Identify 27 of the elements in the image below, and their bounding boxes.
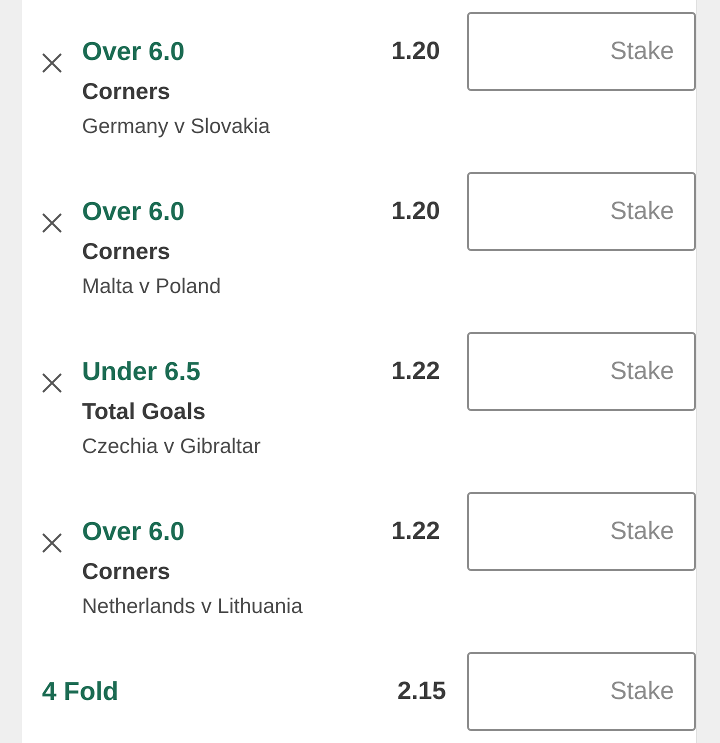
close-icon[interactable]: [42, 533, 62, 553]
stake-field[interactable]: Stake: [467, 652, 696, 731]
market-name: Corners: [82, 237, 172, 266]
close-icon[interactable]: [42, 53, 62, 73]
multiple-bet-label: 4 Fold: [42, 675, 120, 708]
event-name: Czechia v Gibraltar: [82, 434, 262, 460]
stake-field[interactable]: Stake: [467, 12, 696, 91]
odds-value: 2.15: [397, 676, 446, 707]
stake-field[interactable]: Stake: [467, 332, 696, 411]
stake-field[interactable]: Stake: [467, 172, 696, 251]
close-icon[interactable]: [42, 213, 62, 233]
odds-value: 1.22: [391, 356, 440, 387]
odds-value: 1.22: [391, 516, 440, 547]
selection-name: Over 6.0: [82, 35, 186, 68]
odds-value: 1.20: [391, 196, 440, 227]
market-name: Total Goals: [82, 397, 207, 426]
event-name: Netherlands v Lithuania: [82, 594, 304, 620]
market-name: Corners: [82, 557, 172, 586]
event-name: Malta v Poland: [82, 274, 222, 300]
event-name: Germany v Slovakia: [82, 114, 271, 140]
close-icon[interactable]: [42, 373, 62, 393]
odds-value: 1.20: [391, 36, 440, 67]
selection-name: Over 6.0: [82, 195, 186, 228]
stake-field[interactable]: Stake: [467, 492, 696, 571]
selection-name: Under 6.5: [82, 355, 202, 388]
selection-name: Over 6.0: [82, 515, 186, 548]
market-name: Corners: [82, 77, 172, 106]
